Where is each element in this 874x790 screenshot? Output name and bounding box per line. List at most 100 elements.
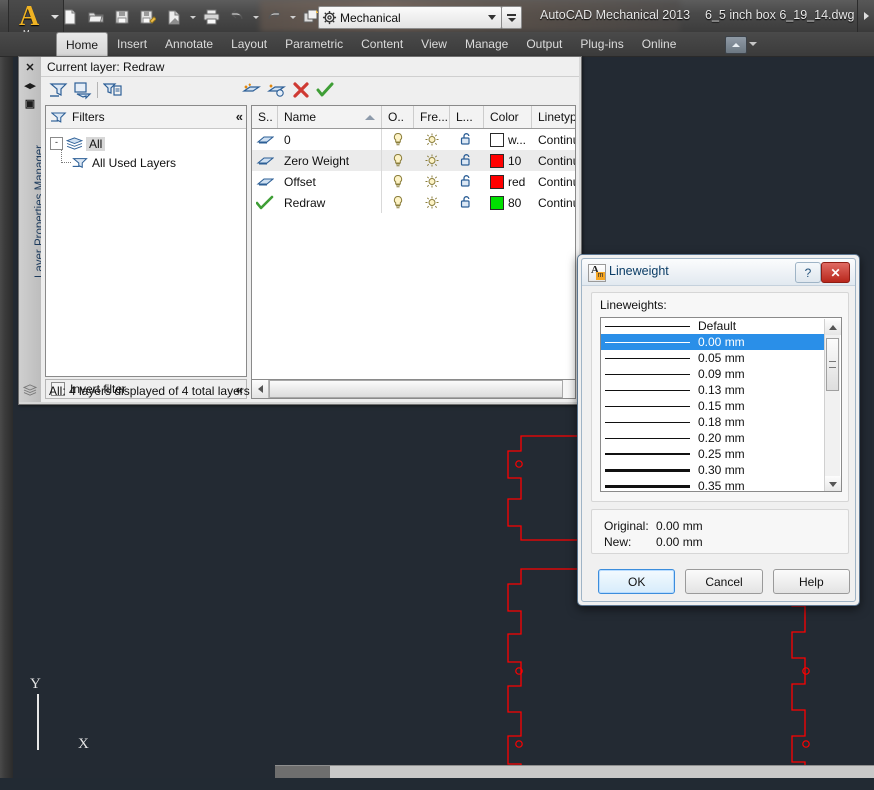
cell-color[interactable]: red	[484, 171, 532, 192]
cell-lock[interactable]	[450, 171, 484, 192]
lineweight-option[interactable]: 0.20 mm	[601, 430, 824, 446]
cell-status[interactable]	[252, 129, 278, 150]
cell-lock[interactable]	[450, 150, 484, 171]
tab-output[interactable]: Output	[517, 32, 571, 56]
new-layer-button[interactable]	[241, 80, 261, 100]
cell-lock[interactable]	[450, 192, 484, 213]
cell-on[interactable]	[382, 129, 414, 150]
filter-tree-item-all-used-layers[interactable]: All Used Layers	[61, 150, 242, 172]
cell-color[interactable]: 10	[484, 150, 532, 171]
cell-on[interactable]	[382, 192, 414, 213]
ribbon-minimize-dropdown[interactable]	[749, 42, 757, 46]
cell-freeze[interactable]	[414, 171, 450, 192]
workspace-settings-button[interactable]	[501, 6, 522, 29]
cell-freeze[interactable]	[414, 192, 450, 213]
color-swatch[interactable]	[490, 132, 504, 147]
canvas-horizontal-scrollbar[interactable]	[275, 765, 874, 778]
cell-name[interactable]: Redraw	[278, 192, 382, 213]
close-icon[interactable]: ✕	[22, 60, 38, 75]
lineweights-scrollbar[interactable]	[824, 319, 841, 491]
cell-lock[interactable]	[450, 129, 484, 150]
column-header-l-4[interactable]: L...	[450, 106, 484, 128]
table-row[interactable]: Redraw80Continu...Default0Color_...	[252, 192, 575, 213]
lineweight-option[interactable]: 0.18 mm	[601, 414, 824, 430]
tab-view[interactable]: View	[412, 32, 456, 56]
redo-button[interactable]	[262, 5, 286, 29]
dialog-help-button[interactable]: ?	[795, 262, 821, 283]
color-swatch[interactable]	[490, 174, 504, 189]
cell-status[interactable]	[252, 192, 278, 213]
column-header-name-1[interactable]: Name	[278, 106, 382, 128]
lineweight-option[interactable]: 0.25 mm	[601, 446, 824, 462]
table-row[interactable]: Zero Weight10Continu...0.00 mm0Color_...	[252, 150, 575, 171]
cell-status[interactable]	[252, 150, 278, 171]
column-header-linetype-6[interactable]: Linetype	[532, 106, 575, 128]
new-property-filter-button[interactable]	[49, 80, 69, 100]
cell-color[interactable]: 80	[484, 192, 532, 213]
workspace-combo[interactable]: Mechanical	[318, 6, 502, 29]
cell-color[interactable]: w...	[484, 129, 532, 150]
auto-hide-icon[interactable]: ◂▸	[22, 78, 38, 93]
lineweight-option[interactable]: 0.15 mm	[601, 398, 824, 414]
layer-states-manager-button[interactable]	[103, 80, 123, 100]
color-swatch[interactable]	[490, 153, 504, 168]
cell-freeze[interactable]	[414, 129, 450, 150]
panel-menu-icon[interactable]: ▣	[22, 96, 38, 111]
cell-linetype[interactable]: Continu...	[532, 129, 575, 150]
lineweight-option[interactable]: 0.30 mm	[601, 462, 824, 478]
tab-online[interactable]: Online	[633, 32, 686, 56]
tab-insert[interactable]: Insert	[108, 32, 156, 56]
tab-annotate[interactable]: Annotate	[156, 32, 222, 56]
cell-name[interactable]: 0	[278, 129, 382, 150]
redo-dropdown[interactable]	[288, 5, 297, 29]
filter-tree-item-all[interactable]: - All	[50, 134, 242, 153]
delete-layer-button[interactable]	[291, 80, 311, 100]
column-header-color-5[interactable]: Color	[484, 106, 532, 128]
cancel-button[interactable]: Cancel	[685, 569, 763, 594]
scroll-up-button[interactable]	[825, 319, 841, 335]
undo-button[interactable]	[225, 5, 249, 29]
plot-preview-button[interactable]	[162, 5, 186, 29]
table-row[interactable]: OffsetredContinu...Default0Color_1	[252, 171, 575, 192]
save-as-button[interactable]	[136, 5, 160, 29]
ok-button[interactable]: OK	[598, 569, 676, 594]
expander-icon[interactable]: -	[50, 137, 63, 150]
cell-linetype[interactable]: Continu...	[532, 150, 575, 171]
ribbon-minimize-button[interactable]	[725, 36, 747, 54]
cell-linetype[interactable]: Continu...	[532, 192, 575, 213]
dialog-close-button[interactable]: ✕	[821, 262, 850, 283]
plot-preview-dropdown[interactable]	[188, 5, 197, 29]
cell-on[interactable]	[382, 150, 414, 171]
undo-dropdown[interactable]	[251, 5, 260, 29]
help-button[interactable]: Help	[772, 569, 850, 594]
scrollbar-thumb[interactable]	[826, 338, 839, 391]
layer-grid[interactable]: S..NameO..Fre...L...ColorLinetypeLinewei…	[251, 105, 576, 399]
save-button[interactable]	[110, 5, 134, 29]
lineweight-option[interactable]: 0.13 mm	[601, 382, 824, 398]
open-button[interactable]	[84, 5, 108, 29]
tab-content[interactable]: Content	[352, 32, 412, 56]
new-button[interactable]	[58, 5, 82, 29]
tab-parametric[interactable]: Parametric	[276, 32, 352, 56]
collapse-filters-icon[interactable]: «	[236, 109, 243, 124]
application-menu-button[interactable]: A M	[8, 0, 64, 32]
scroll-down-button[interactable]	[825, 476, 841, 491]
column-header-o-2[interactable]: O..	[382, 106, 414, 128]
lineweight-option[interactable]: Default	[601, 318, 824, 334]
lineweight-option[interactable]: 0.35 mm	[601, 478, 824, 491]
color-swatch[interactable]	[490, 195, 504, 210]
plot-button[interactable]	[199, 5, 223, 29]
tab-plug-ins[interactable]: Plug-ins	[571, 32, 632, 56]
lineweights-listbox[interactable]: Default 0.00 mm 0.05 mm 0.09 mm 0.13 mm 0.15 …	[600, 317, 842, 492]
cell-status[interactable]	[252, 171, 278, 192]
dialog-title-bar[interactable]: Am Lineweight ? ✕	[582, 259, 855, 286]
new-group-filter-button[interactable]	[73, 80, 93, 100]
cell-freeze[interactable]	[414, 150, 450, 171]
cell-name[interactable]: Zero Weight	[278, 150, 382, 171]
tab-layout[interactable]: Layout	[222, 32, 276, 56]
lineweight-option[interactable]: 0.05 mm	[601, 350, 824, 366]
titlebar-overflow-button[interactable]	[857, 0, 874, 32]
tab-manage[interactable]: Manage	[456, 32, 517, 56]
scrollbar-thumb[interactable]	[275, 766, 330, 778]
lineweight-option[interactable]: 0.09 mm	[601, 366, 824, 382]
